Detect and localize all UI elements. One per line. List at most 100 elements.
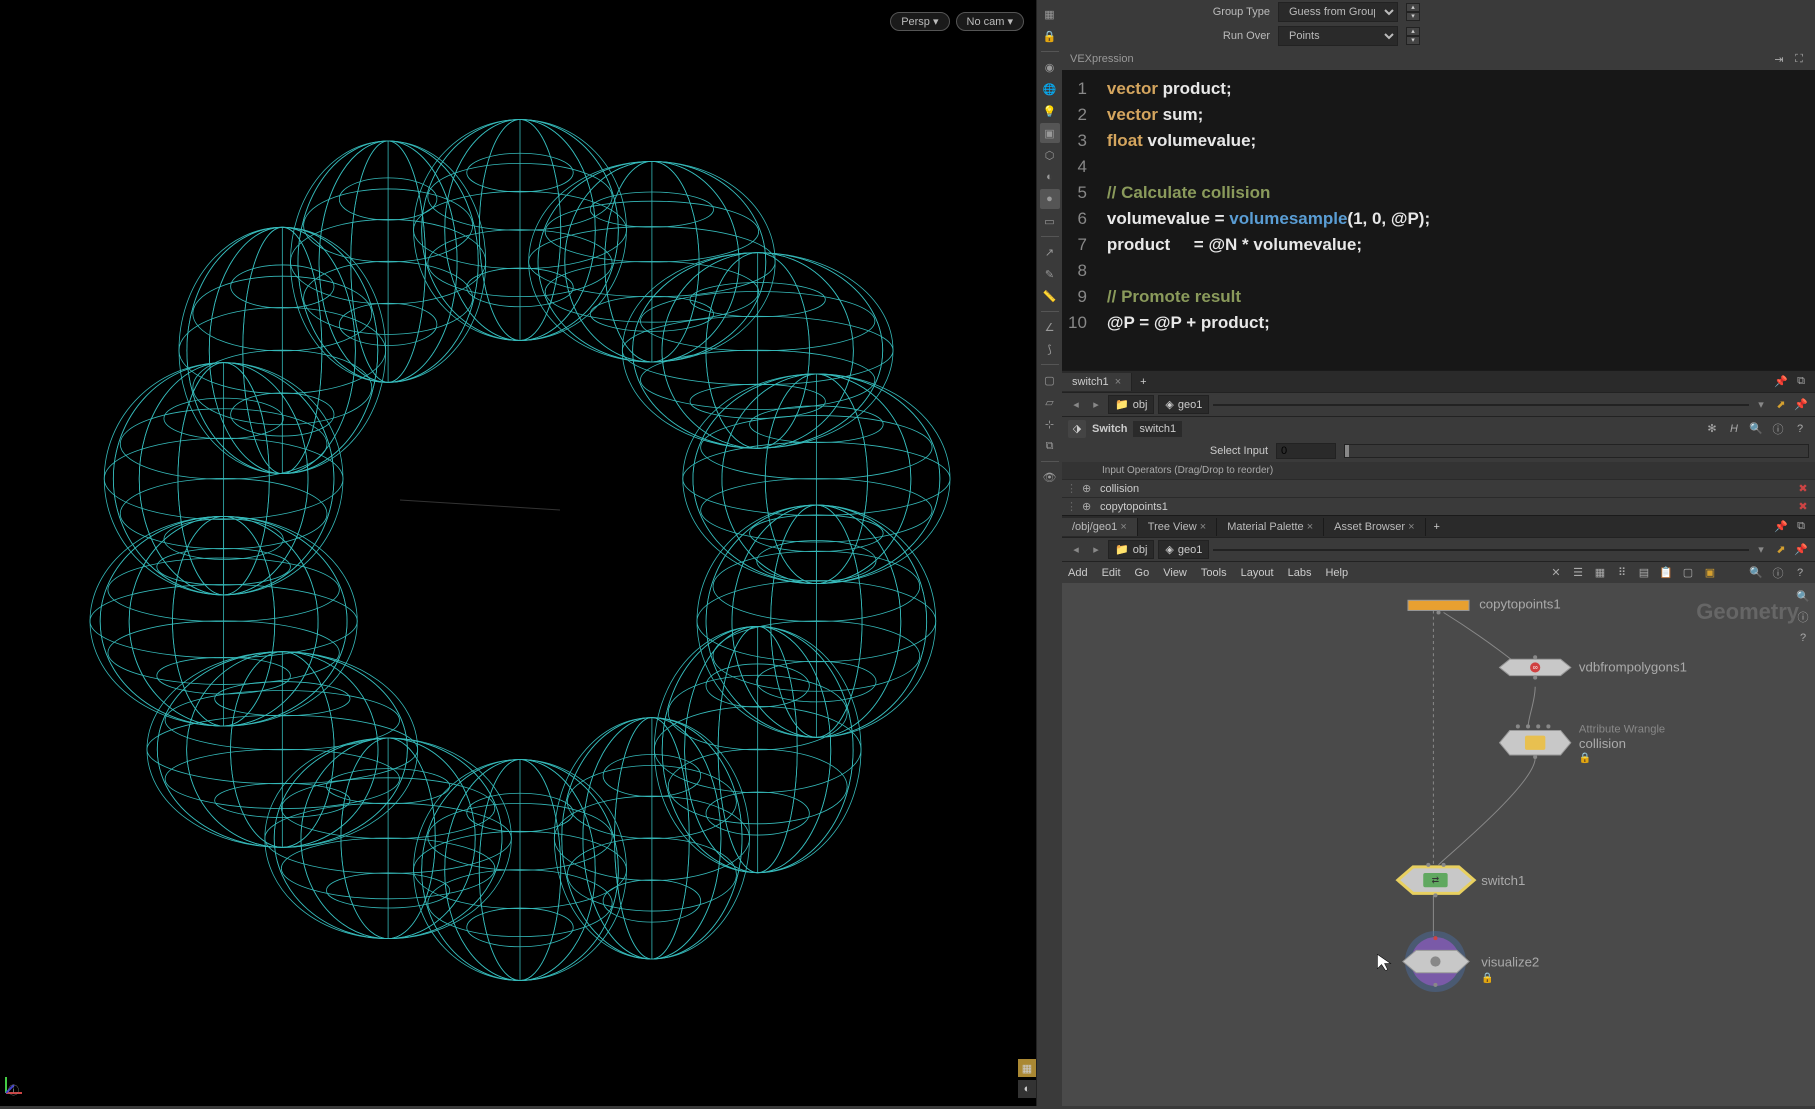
path-segment-obj[interactable]: 📁obj [1108, 395, 1154, 414]
run-over-select[interactable]: Points [1278, 26, 1398, 46]
box-view-icon[interactable]: ▣ [1701, 564, 1719, 582]
note-icon[interactable]: 📋 [1657, 564, 1675, 582]
bg-icon[interactable]: ▭ [1040, 211, 1060, 231]
net-help-icon[interactable]: ? [1791, 564, 1809, 582]
treeview-tab[interactable]: Tree View × [1138, 518, 1217, 536]
menu-go[interactable]: Go [1135, 567, 1150, 579]
node-copytopoints[interactable]: copytopoints1 [1408, 596, 1561, 614]
net-back-button[interactable]: ◂ [1068, 542, 1084, 558]
menu-labs[interactable]: Labs [1288, 567, 1312, 579]
node-switch[interactable]: ⇄ switch1 [1398, 863, 1526, 898]
pin-net-icon[interactable]: 📌 [1773, 519, 1789, 535]
code-editor[interactable]: 12345678910 vector product;vector sum;fl… [1062, 70, 1815, 370]
delete-icon[interactable]: ✖ [1795, 500, 1811, 513]
popout-icon[interactable]: ⧉ [1793, 374, 1809, 390]
net-help2-icon[interactable]: ? [1794, 629, 1812, 647]
popout-net-icon[interactable]: ⧉ [1793, 519, 1809, 535]
menu-help[interactable]: Help [1325, 567, 1348, 579]
perspective-dropdown[interactable]: Persp ▾ [890, 12, 949, 31]
preset-icon[interactable]: ⇥ [1771, 51, 1787, 67]
dropdown-icon[interactable]: ▾ [1753, 397, 1769, 413]
menu-tools[interactable]: Tools [1201, 567, 1227, 579]
menu-add[interactable]: Add [1068, 567, 1088, 579]
pin-path-icon[interactable]: 📌 [1793, 397, 1809, 413]
path-segment-geo[interactable]: ◈geo1 [1158, 395, 1209, 414]
net-info-icon[interactable]: ⓘ [1769, 564, 1787, 582]
network-path-tab[interactable]: /obj/geo1 × [1062, 518, 1138, 536]
info-icon[interactable]: ⓘ [1769, 420, 1787, 438]
plane-icon[interactable]: ▱ [1040, 392, 1060, 412]
mat-icon[interactable]: ◐ [1040, 167, 1060, 187]
code-body[interactable]: vector product;vector sum;float volumeva… [1097, 70, 1440, 370]
gear-icon[interactable]: ✻ [1703, 420, 1721, 438]
angle-icon[interactable]: ∠ [1040, 317, 1060, 337]
viewport-info[interactable]: ⓘ [8, 1080, 19, 1098]
select-input-value[interactable] [1276, 443, 1336, 459]
ruler-icon[interactable]: 📏 [1040, 286, 1060, 306]
node-visualize[interactable]: visualize2 🔒 [1403, 931, 1539, 992]
net-info2-icon[interactable]: ⓘ [1794, 608, 1812, 626]
node-tab[interactable]: switch1× [1062, 373, 1132, 391]
camera-dropdown[interactable]: No cam ▾ [956, 12, 1024, 31]
node-vdbfrompolygons[interactable]: ∞ vdbfrompolygons1 [1500, 655, 1687, 679]
net-search-icon[interactable]: 🔍 [1794, 587, 1812, 605]
globe-icon[interactable]: 🌐 [1040, 79, 1060, 99]
menu-edit[interactable]: Edit [1102, 567, 1121, 579]
grid-icon[interactable]: ▦ [1018, 1059, 1036, 1077]
grid-view-icon[interactable]: ▦ [1591, 564, 1609, 582]
pen-icon[interactable]: ✎ [1040, 264, 1060, 284]
jump-icon[interactable]: ⬈ [1773, 397, 1789, 413]
add-network-tab[interactable]: + [1426, 518, 1448, 536]
net-dropdown-icon[interactable]: ▾ [1753, 542, 1769, 558]
net-forward-button[interactable]: ▸ [1088, 542, 1104, 558]
delete-icon[interactable]: ✖ [1795, 482, 1811, 495]
axis-icon[interactable]: ⊹ [1040, 414, 1060, 434]
net-path-obj[interactable]: 📁obj [1108, 540, 1154, 559]
find-icon[interactable]: 🔍 [1747, 564, 1765, 582]
h-icon[interactable]: H [1725, 420, 1743, 438]
node-collision[interactable]: Attribute Wrangle collision 🔒 [1500, 724, 1666, 764]
wire-icon[interactable]: ⬡ [1040, 145, 1060, 165]
sphere-icon[interactable]: ● [1040, 189, 1060, 209]
net-pin-icon[interactable]: 📌 [1793, 542, 1809, 558]
box-icon[interactable]: ▢ [1040, 370, 1060, 390]
input-row[interactable]: ⋮⊕copytopoints1✖ [1062, 497, 1815, 515]
net-path-geo[interactable]: ◈geo1 [1158, 540, 1209, 559]
menu-view[interactable]: View [1163, 567, 1187, 579]
add-tab-button[interactable]: + [1132, 373, 1154, 391]
light-icon[interactable]: ◐ [1018, 1080, 1036, 1098]
pin-icon[interactable]: 📌 [1773, 374, 1789, 390]
close-icon[interactable]: × [1115, 376, 1121, 388]
curve-icon[interactable]: ⟆ [1040, 339, 1060, 359]
input-row[interactable]: ⋮⊕collision✖ [1062, 479, 1815, 497]
viewport-panel[interactable]: Persp ▾ No cam ▾ ⓘ ▦ ◐ [0, 0, 1036, 1106]
back-button[interactable]: ◂ [1068, 397, 1084, 413]
group-type-select[interactable]: Guess from Group [1278, 2, 1398, 22]
dots-icon[interactable]: ⠿ [1613, 564, 1631, 582]
sticky-icon[interactable]: ▢ [1679, 564, 1697, 582]
ghost-icon[interactable]: ◉ [1040, 57, 1060, 77]
layout-icon[interactable]: ▤ [1635, 564, 1653, 582]
select-input-slider[interactable] [1344, 444, 1809, 458]
run-over-spinner[interactable]: ▴▾ [1406, 27, 1420, 45]
tools-icon[interactable]: ✕ [1547, 564, 1565, 582]
material-tab[interactable]: Material Palette × [1217, 518, 1324, 536]
expand-icon[interactable]: ⛶ [1791, 51, 1807, 67]
network-view[interactable]: Geometry copytopoints1 ∞ [1062, 583, 1815, 1106]
forward-button[interactable]: ▸ [1088, 397, 1104, 413]
shade-icon[interactable]: ▣ [1040, 123, 1060, 143]
menu-layout[interactable]: Layout [1241, 567, 1274, 579]
net-jump-icon[interactable]: ⬈ [1773, 542, 1789, 558]
lock-icon[interactable]: 🔒 [1040, 26, 1060, 46]
asset-tab[interactable]: Asset Browser × [1324, 518, 1425, 536]
bulb-icon[interactable]: 💡 [1040, 101, 1060, 121]
list-icon[interactable]: ☰ [1569, 564, 1587, 582]
help-icon[interactable]: ? [1791, 420, 1809, 438]
search-icon[interactable]: 🔍 [1747, 420, 1765, 438]
group-type-spinner[interactable]: ▴▾ [1406, 3, 1420, 21]
arrow-icon[interactable]: ↗ [1040, 242, 1060, 262]
render-icon[interactable]: ▦ [1040, 4, 1060, 24]
link-icon[interactable]: ⧉ [1040, 436, 1060, 456]
node-name-field[interactable]: switch1 [1133, 421, 1182, 437]
eye-icon[interactable]: 👁 [1040, 467, 1060, 487]
